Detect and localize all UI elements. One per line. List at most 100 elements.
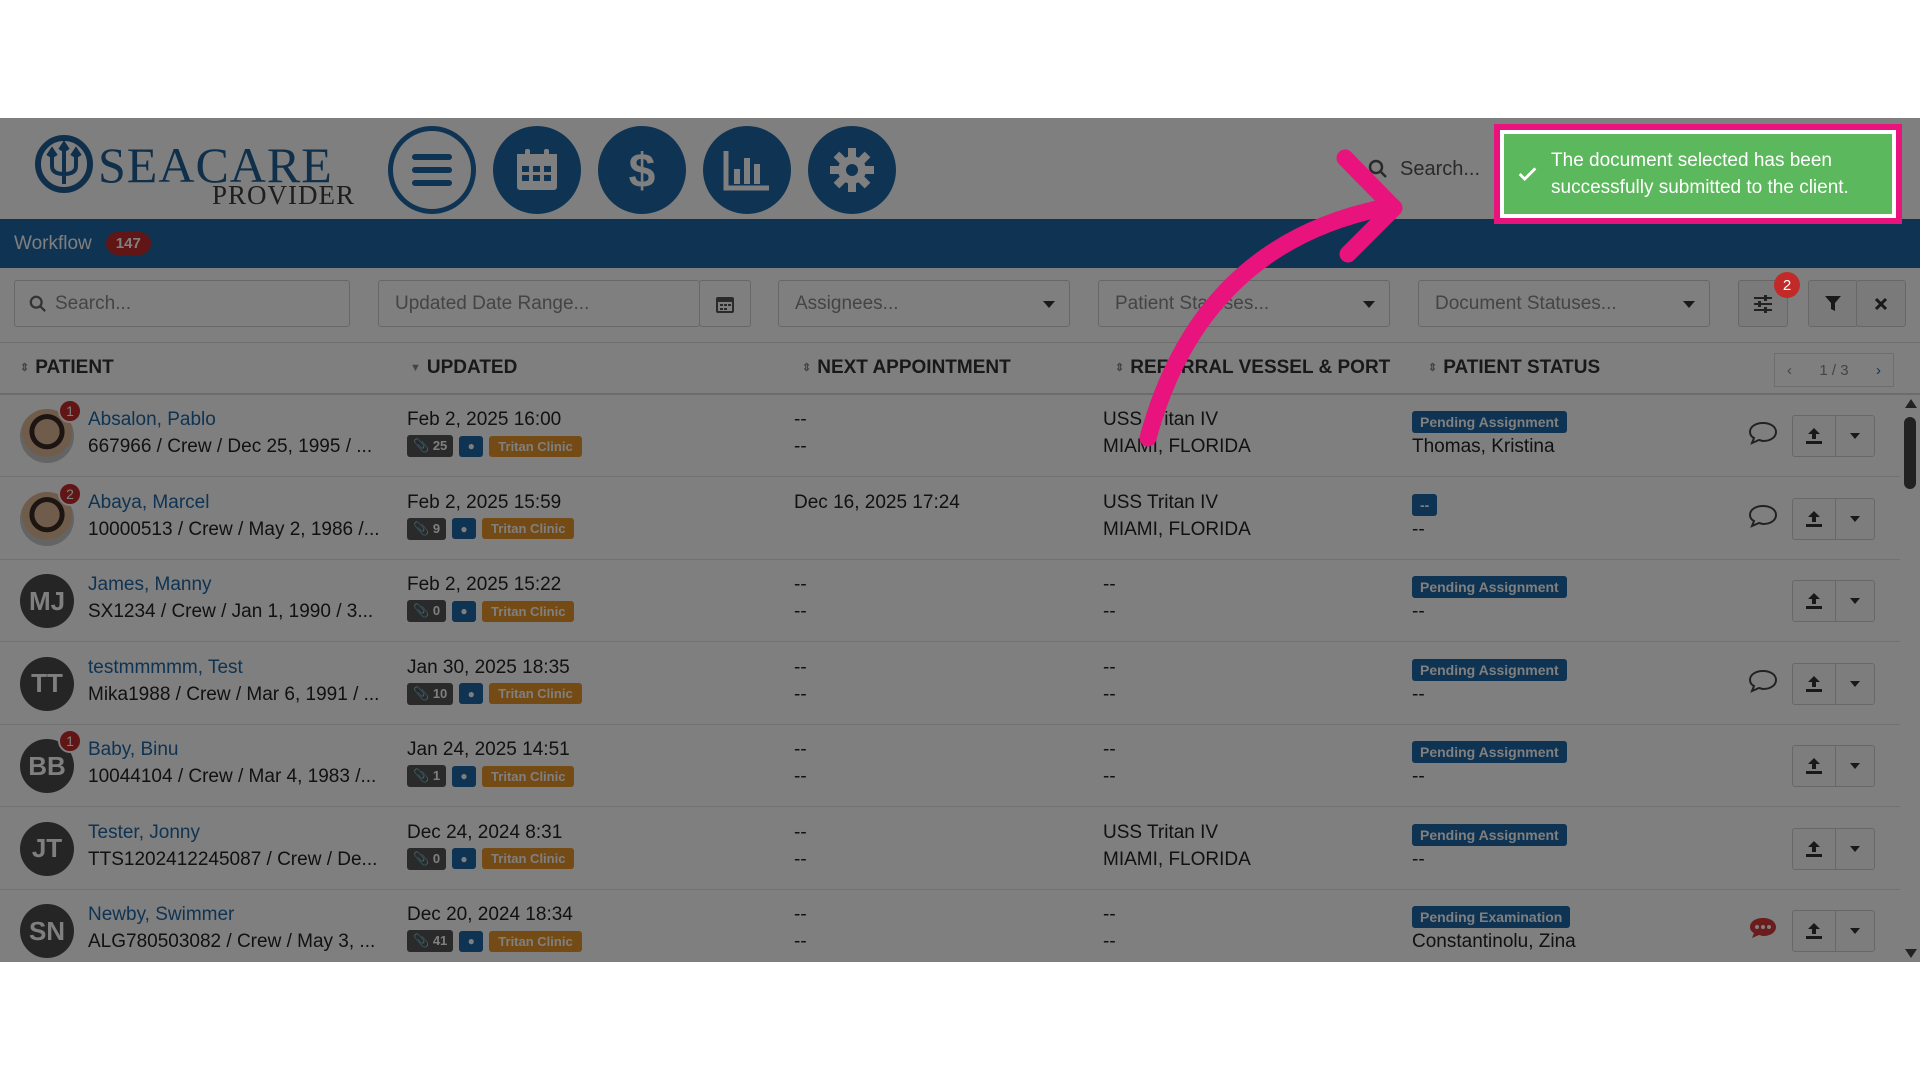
patient-name-link[interactable]: Newby, Swimmer bbox=[88, 904, 234, 926]
patient-info: TTS1202412245087 / Crew / De... bbox=[88, 848, 378, 870]
toast-highlight: The document selected has been successfu… bbox=[1494, 124, 1902, 224]
assignees-placeholder: Assignees... bbox=[795, 292, 899, 314]
billing-button[interactable]: $ bbox=[598, 126, 686, 214]
chevron-down-icon bbox=[1850, 845, 1860, 852]
upload-icon bbox=[1806, 758, 1822, 774]
row-actions-dropdown[interactable] bbox=[1835, 827, 1875, 870]
row-actions-dropdown[interactable] bbox=[1835, 415, 1875, 457]
upload-button[interactable] bbox=[1792, 415, 1836, 457]
notification-badge: 1 bbox=[58, 729, 82, 753]
upload-button[interactable] bbox=[1792, 910, 1836, 952]
patient-search-placeholder: Search... bbox=[55, 292, 132, 314]
workflow-tab[interactable]: Workflow bbox=[14, 233, 92, 255]
document-count-badge: 📎 0 bbox=[407, 600, 447, 622]
table-row[interactable]: SN Newby, Swimmer ALG780503082 / Crew / Ma… bbox=[0, 890, 1900, 962]
checkmark-icon bbox=[1518, 167, 1537, 182]
settings-button[interactable] bbox=[808, 126, 896, 214]
next-appointment: -- bbox=[794, 821, 807, 843]
table-row[interactable]: TT testmmmmm, Test Mika1988 / Crew / Mar 6… bbox=[0, 642, 1900, 725]
table-row[interactable]: MJ James, Manny SX1234 / Crew / Jan 1, 199… bbox=[0, 560, 1900, 642]
success-toast[interactable]: The document selected has been successfu… bbox=[1504, 134, 1892, 214]
prev-page-button[interactable]: ‹ bbox=[1787, 362, 1792, 379]
menu-button[interactable] bbox=[388, 126, 476, 214]
table-scrollbar[interactable] bbox=[1900, 395, 1920, 962]
header-patient-status[interactable]: ⇕ PATIENT STATUS bbox=[1428, 357, 1600, 379]
scroll-up-icon[interactable] bbox=[1905, 399, 1917, 408]
date-range-input[interactable]: Updated Date Range... bbox=[378, 280, 700, 327]
upload-button[interactable] bbox=[1792, 580, 1836, 622]
updated-date: Jan 30, 2025 18:35 bbox=[407, 656, 570, 678]
referral-vessel: USS Tritan IV bbox=[1103, 491, 1219, 513]
patient-name-link[interactable]: Tester, Jonny bbox=[88, 822, 200, 844]
bar-chart-icon bbox=[723, 151, 769, 191]
apply-filter-button[interactable] bbox=[1808, 280, 1858, 327]
patient-name-link[interactable]: testmmmmm, Test bbox=[88, 657, 243, 679]
clear-filters-button[interactable] bbox=[1856, 280, 1906, 327]
row-tags: 📎 9 ● Tritan Clinic bbox=[407, 517, 575, 540]
upload-button[interactable] bbox=[1792, 497, 1836, 540]
next-appointment: -- bbox=[794, 656, 807, 678]
row-actions-dropdown[interactable] bbox=[1835, 910, 1875, 952]
next-appointment: -- bbox=[794, 409, 807, 430]
table-row[interactable]: JT Tester, Jonny TTS1202412245087 / Crew /… bbox=[0, 807, 1900, 890]
filter-icon bbox=[1825, 295, 1841, 311]
patient-name-link[interactable]: Absalon, Pablo bbox=[88, 409, 216, 431]
row-tags: 📎 0 ● Tritan Clinic bbox=[407, 847, 575, 870]
scroll-down-icon[interactable] bbox=[1905, 949, 1917, 958]
patient-name-link[interactable]: James, Manny bbox=[88, 574, 212, 596]
row-actions-dropdown[interactable] bbox=[1835, 745, 1875, 787]
document-count-badge: 📎 9 bbox=[407, 517, 447, 540]
sliders-icon bbox=[1754, 294, 1772, 313]
menu-icon bbox=[412, 154, 452, 186]
clinic-badge: Tritan Clinic bbox=[482, 765, 575, 787]
next-appointment-detail: -- bbox=[794, 683, 807, 705]
seacare-logo[interactable]: SEACARE PROVIDER bbox=[34, 128, 364, 210]
header-patient[interactable]: ⇕ PATIENT bbox=[20, 357, 114, 379]
chevron-down-icon bbox=[1850, 598, 1860, 604]
document-count: 25 bbox=[432, 438, 448, 453]
calendar-button[interactable] bbox=[493, 126, 581, 214]
chat-bubble-icon[interactable] bbox=[1748, 669, 1778, 693]
status-badge: Pending Assignment bbox=[1412, 658, 1567, 681]
patient-info: 10000513 / Crew / May 2, 1986 /... bbox=[88, 518, 380, 540]
referral-vessel: -- bbox=[1103, 656, 1116, 678]
clinic-badge: Tritan Clinic bbox=[489, 435, 582, 457]
next-appointment-detail: -- bbox=[794, 931, 807, 952]
calendar-icon bbox=[716, 296, 734, 313]
chat-bubble-icon[interactable] bbox=[1748, 504, 1778, 528]
assignees-select[interactable]: Assignees... bbox=[778, 280, 1070, 327]
header-label: PATIENT STATUS bbox=[1443, 357, 1601, 378]
updated-date: Dec 24, 2024 8:31 bbox=[407, 821, 563, 843]
referral-vessel: -- bbox=[1103, 574, 1116, 595]
upload-button[interactable] bbox=[1792, 827, 1836, 870]
patient-name-link[interactable]: Abaya, Marcel bbox=[88, 492, 209, 514]
table-row[interactable]: 2 Abaya, Marcel 10000513 / Crew / May 2, 1… bbox=[0, 477, 1900, 560]
patient-info: ALG780503082 / Crew / May 3, ... bbox=[88, 931, 376, 952]
row-actions-dropdown[interactable] bbox=[1835, 662, 1875, 705]
referral-port: -- bbox=[1103, 683, 1116, 705]
patient-name-link[interactable]: Baby, Binu bbox=[88, 739, 178, 761]
row-actions-dropdown[interactable] bbox=[1835, 497, 1875, 540]
patient-search-input[interactable]: Search... bbox=[14, 280, 350, 327]
table-row[interactable]: BB 1 Baby, Binu 10044104 / Crew / Mar 4, 19… bbox=[0, 725, 1900, 807]
next-appointment-detail: -- bbox=[794, 436, 807, 457]
chat-unread-icon[interactable] bbox=[1748, 916, 1778, 940]
notification-badge: 2 bbox=[58, 481, 82, 506]
status-assignee: -- bbox=[1412, 848, 1425, 870]
row-actions-dropdown[interactable] bbox=[1835, 580, 1875, 622]
referral-port: MIAMI, FLORIDA bbox=[1103, 848, 1251, 870]
sort-icon: ⇕ bbox=[1428, 361, 1438, 374]
header-next-appointment[interactable]: ⇕ NEXT APPOINTMENT bbox=[802, 357, 1011, 379]
header-updated[interactable]: ▼ UPDATED bbox=[410, 357, 517, 379]
upload-button[interactable] bbox=[1792, 662, 1836, 705]
scroll-thumb[interactable] bbox=[1904, 417, 1916, 489]
chevron-down-icon bbox=[1043, 301, 1055, 308]
date-picker-button[interactable] bbox=[699, 280, 751, 327]
reports-button[interactable] bbox=[703, 126, 791, 214]
document-status-select[interactable]: Document Statuses... bbox=[1418, 280, 1710, 327]
table-row[interactable]: 1 Absalon, Pablo 667966 / Crew / Dec 25, 1… bbox=[0, 395, 1900, 477]
next-page-button[interactable]: › bbox=[1876, 362, 1881, 379]
upload-button[interactable] bbox=[1792, 745, 1836, 787]
chat-bubble-icon[interactable] bbox=[1748, 421, 1778, 445]
chevron-down-icon bbox=[1850, 928, 1860, 934]
